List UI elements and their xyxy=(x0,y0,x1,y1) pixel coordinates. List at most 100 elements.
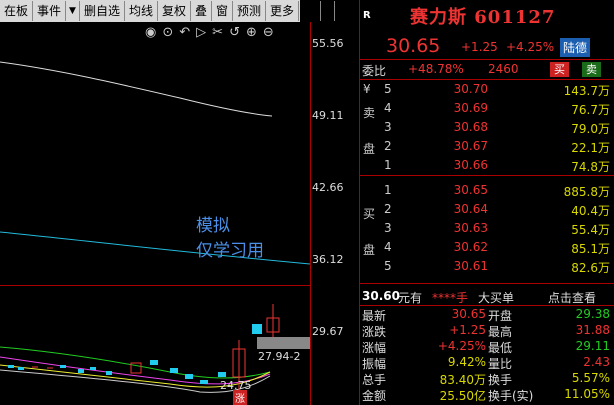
candle xyxy=(218,372,226,377)
big-order-stars: ****手 xyxy=(432,291,469,305)
candle xyxy=(150,360,158,365)
price-axis-label: 49.11 xyxy=(312,109,344,122)
stat-value: 5.57% xyxy=(571,371,610,385)
price-axis-label: 55.56 xyxy=(312,37,344,50)
big-order-line: 30.60 元有 ****手 大买单 点击查看 xyxy=(360,288,614,306)
candle xyxy=(60,365,66,368)
stat-row: 最新 30.65 开盘 29.38 xyxy=(360,306,614,323)
bid-level: 3 xyxy=(384,221,392,235)
price-axis-label: 42.66 xyxy=(312,181,344,194)
chart-high-label: 27.94-2 xyxy=(258,350,301,363)
toolbar-item-remove-favorite[interactable]: 删自选 xyxy=(80,1,125,21)
divider xyxy=(360,283,614,284)
ask-row[interactable]: 5 30.70 143.7万 xyxy=(360,80,614,98)
ask-row[interactable]: 2 30.67 22.1万 xyxy=(360,137,614,155)
toolbar-step-dropdown-icon[interactable]: ▼ xyxy=(321,1,336,21)
buy-button[interactable]: 买 xyxy=(550,62,569,77)
stat-label: 金额 xyxy=(362,389,387,403)
ask-price: 30.68 xyxy=(453,120,488,134)
bid-row[interactable]: 2 30.64 40.4万 xyxy=(360,200,614,218)
bid-row[interactable]: 1 30.65 885.8万 xyxy=(360,181,614,199)
ask-row[interactable]: 3 30.68 79.0万 xyxy=(360,118,614,136)
bid-row[interactable]: 4 30.62 85.1万 xyxy=(360,238,614,256)
candle xyxy=(90,367,96,370)
candle xyxy=(252,324,262,334)
bid-price: 30.63 xyxy=(453,221,488,235)
bid-row[interactable]: 3 30.63 55.4万 xyxy=(360,219,614,237)
toolbar-item-more[interactable]: 更多 xyxy=(266,1,300,21)
view-details-link[interactable]: 点击查看 xyxy=(548,289,596,306)
r-badge: R xyxy=(363,10,371,21)
ask-volume: 74.8万 xyxy=(571,160,610,174)
wei-bi-value: +48.78% xyxy=(408,62,464,76)
bid-price: 30.65 xyxy=(453,183,488,197)
stat-value: +4.25% xyxy=(437,339,486,353)
big-order-unit: 元有 xyxy=(398,291,423,305)
watermark-line-2: 仅学习用 xyxy=(196,241,264,261)
stat-value: +1.25 xyxy=(449,323,486,337)
divider xyxy=(360,175,614,176)
wei-bi-row: 委比 +48.78% 2460 买 卖 xyxy=(360,60,614,79)
wei-bi-label: 委比 xyxy=(362,64,387,78)
limit-up-badge: 涨 xyxy=(233,390,247,405)
stat-value: 31.88 xyxy=(575,323,610,337)
ask-row[interactable]: 4 30.69 76.7万 xyxy=(360,99,614,117)
bid-volume: 885.8万 xyxy=(563,185,610,199)
price-axis-label: 29.67 xyxy=(312,325,344,338)
ask-level: 2 xyxy=(384,139,392,153)
bid-price: 30.64 xyxy=(453,202,488,216)
stat-value: 29.38 xyxy=(575,307,610,321)
wei-cha-value: 2460 xyxy=(488,62,519,76)
ask-volume: 143.7万 xyxy=(563,84,610,98)
kline-chart[interactable] xyxy=(0,22,360,405)
ask-row[interactable]: 1 30.66 74.8万 xyxy=(360,156,614,174)
candle xyxy=(78,369,84,373)
toolbar-item-forecast[interactable]: 预测 xyxy=(233,1,267,21)
ask-level: 3 xyxy=(384,120,392,134)
candle xyxy=(18,367,24,370)
sell-button[interactable]: 卖 xyxy=(582,62,601,77)
ask-level: 4 xyxy=(384,101,392,115)
toolbar-item-events[interactable]: 事件 xyxy=(33,1,67,21)
bid-volume: 40.4万 xyxy=(571,204,610,218)
toolbar-item-step[interactable]: ▶| xyxy=(299,1,322,21)
ask-price: 30.69 xyxy=(453,101,488,115)
toolbar-item-board[interactable]: 在板 xyxy=(0,1,34,21)
candle xyxy=(106,371,112,375)
last-price: 30.65 xyxy=(386,35,441,57)
quote-panel: R 赛力斯 601127 30.65 +1.25 +4.25% 陆德 委比 +4… xyxy=(360,0,614,405)
ask-volume: 22.1万 xyxy=(571,141,610,155)
ask-price: 30.66 xyxy=(453,158,488,172)
stat-label: 换手(实) xyxy=(488,389,534,403)
big-order-price: 30.60 xyxy=(362,289,400,303)
stat-row: 涨跌 +1.25 最高 31.88 xyxy=(360,322,614,339)
chart-price-axis-border xyxy=(310,22,311,405)
ask-price: 30.67 xyxy=(453,139,488,153)
stat-value: 11.05% xyxy=(564,387,610,401)
toolbar-item-adjust[interactable]: 复权 xyxy=(158,1,191,21)
ask-level: 1 xyxy=(384,158,392,172)
stat-row: 振幅 9.42% 量比 2.43 xyxy=(360,354,614,371)
bid-row[interactable]: 5 30.61 82.6万 xyxy=(360,257,614,275)
chart-horizontal-divider xyxy=(0,285,310,286)
candle xyxy=(8,365,14,368)
toolbar-item-window[interactable]: 窗 xyxy=(212,1,234,21)
toolbar-item-moving-average[interactable]: 均线 xyxy=(125,1,158,21)
price-change: +1.25 xyxy=(461,40,498,54)
price-change-pct: +4.25% xyxy=(506,40,555,54)
bid-volume: 85.1万 xyxy=(571,242,610,256)
price-range-highlight xyxy=(257,337,310,349)
bid-price: 30.61 xyxy=(453,259,488,273)
toolbar-events-dropdown-icon[interactable]: ▼ xyxy=(66,1,80,21)
stat-value: 9.42% xyxy=(447,355,486,369)
candle xyxy=(185,374,193,379)
bid-level: 5 xyxy=(384,259,392,273)
big-order-type: 大买单 xyxy=(478,291,515,305)
stat-row: 涨幅 +4.25% 最低 29.11 xyxy=(360,338,614,355)
ask-level: 5 xyxy=(384,82,392,96)
stat-value: 30.65 xyxy=(451,307,486,321)
toolbar-item-overlay[interactable]: 叠 xyxy=(191,1,213,21)
bid-price: 30.62 xyxy=(453,240,488,254)
ask-price: 30.70 xyxy=(453,82,488,96)
candle xyxy=(200,380,208,384)
